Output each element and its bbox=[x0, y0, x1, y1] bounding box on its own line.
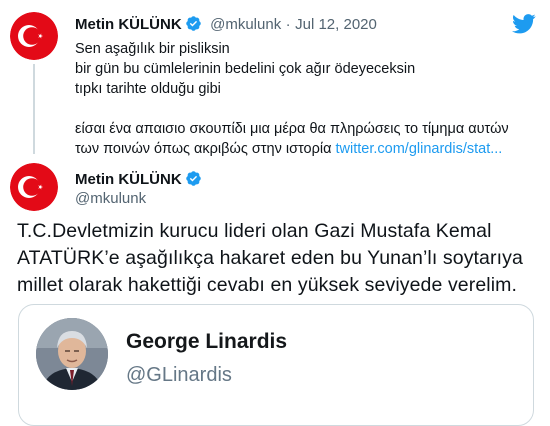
text-line: tıpkı tarihte olduğu gibi bbox=[75, 81, 221, 97]
text-line: των ποινών όπως ακριβώς στην ιστορία bbox=[75, 141, 332, 157]
embedded-image-card[interactable]: George Linardis @GLinardis bbox=[18, 304, 534, 426]
card-handle: @GLinardis bbox=[126, 364, 232, 386]
text-line: ATATÜRK’e aşağılıkça hakaret eden bu Yun… bbox=[17, 247, 523, 269]
verified-badge-icon bbox=[185, 15, 202, 32]
main-tweet-header: Metin KÜLÜNK bbox=[75, 170, 202, 189]
tweet-date[interactable]: Jul 12, 2020 bbox=[295, 16, 377, 33]
author-name[interactable]: Metin KÜLÜNK bbox=[75, 16, 182, 33]
avatar bbox=[36, 318, 108, 390]
text-line: bir gün bu cümlelerinin bedelini çok ağı… bbox=[75, 61, 416, 77]
author-handle[interactable]: @mkulunk bbox=[210, 16, 281, 33]
tweet-link[interactable]: twitter.com/glinardis/stat... bbox=[336, 141, 503, 157]
twitter-bird-icon[interactable] bbox=[512, 14, 536, 34]
verified-badge-icon bbox=[185, 170, 202, 187]
main-tweet-text: T.C.Devletmizin kurucu lideri olan Gazi … bbox=[17, 218, 542, 299]
card-name: George Linardis bbox=[126, 330, 288, 353]
text-line-with-link: των ποινών όπως ακριβώς στην ιστορία twi… bbox=[75, 139, 545, 159]
text-line: Sen aşağılık bir pisliksin bbox=[75, 41, 230, 57]
avatar[interactable] bbox=[10, 163, 58, 211]
separator-dot: · bbox=[285, 16, 291, 33]
text-line: T.C.Devletmizin kurucu lideri olan Gazi … bbox=[17, 220, 492, 242]
text-line: millet olarak hakettiği cevabı en yüksek… bbox=[17, 274, 518, 296]
text-line: είσαι ένα απαισιο σκουπίδι μια μέρα θα π… bbox=[75, 121, 509, 137]
avatar[interactable] bbox=[10, 12, 58, 60]
quoted-tweet-header: Metin KÜLÜNK @mkulunk · Jul 12, 2020 bbox=[75, 15, 377, 34]
thread-connector-line bbox=[33, 64, 35, 154]
author-name[interactable]: Metin KÜLÜNK bbox=[75, 171, 182, 188]
text-line bbox=[75, 99, 545, 119]
author-handle[interactable]: @mkulunk bbox=[75, 190, 146, 207]
quoted-tweet-text: Sen aşağılık bir pisliksin bir gün bu cü… bbox=[75, 39, 545, 159]
